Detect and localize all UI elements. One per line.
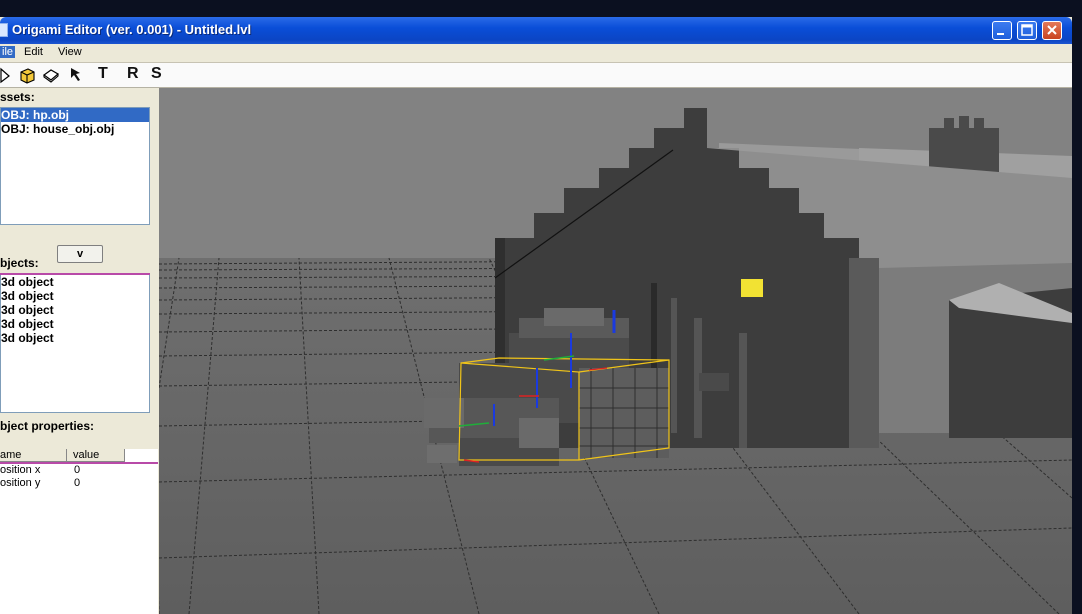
left-panel: ssets: OBJ: hp.obj OBJ: house_obj.obj bj… <box>0 88 158 614</box>
toolbar: T R S <box>0 63 1072 88</box>
rotate-tool[interactable]: R <box>127 65 139 83</box>
app-icon <box>0 23 8 37</box>
title-bar[interactable]: Origami Editor (ver. 0.001) - Untitled.l… <box>0 17 1072 44</box>
objects-dropdown-button[interactable]: v <box>57 245 103 263</box>
objects-list[interactable]: 3d object 3d object 3d object 3d object … <box>0 275 150 413</box>
object-item[interactable]: 3d object <box>1 275 149 289</box>
scale-tool[interactable]: S <box>151 65 162 83</box>
property-name: osition y <box>0 477 41 489</box>
pointer-icon[interactable] <box>68 65 86 85</box>
properties-divider <box>0 462 158 464</box>
menu-file[interactable]: ile <box>0 46 16 58</box>
cube-icon[interactable] <box>18 65 36 85</box>
assets-label: ssets: <box>0 90 35 104</box>
maximize-button[interactable] <box>1017 21 1037 40</box>
close-icon <box>1047 25 1057 35</box>
object-item[interactable]: 3d object <box>1 317 149 331</box>
property-value[interactable]: 0 <box>74 464 80 476</box>
asset-item[interactable]: OBJ: house_obj.obj <box>1 122 149 136</box>
asset-item[interactable]: OBJ: hp.obj <box>1 108 149 122</box>
properties-grid[interactable]: ame value osition x 0 osition y 0 <box>0 449 158 614</box>
menu-edit[interactable]: Edit <box>24 46 43 58</box>
translate-tool[interactable]: T <box>98 65 108 83</box>
minimize-button[interactable] <box>992 21 1012 40</box>
screen-edge <box>1072 0 1082 614</box>
object-item[interactable]: 3d object <box>1 331 149 345</box>
window-title: Origami Editor (ver. 0.001) - Untitled.l… <box>12 22 252 37</box>
column-header-value[interactable]: value <box>67 449 125 462</box>
3d-viewport[interactable] <box>159 88 1072 614</box>
objects-label: bjects: <box>0 256 39 270</box>
menu-view[interactable]: View <box>58 46 82 58</box>
maximize-icon <box>1021 24 1033 36</box>
plane-icon[interactable] <box>42 65 60 85</box>
editor-window: Origami Editor (ver. 0.001) - Untitled.l… <box>0 17 1072 614</box>
close-button[interactable] <box>1042 21 1062 40</box>
scene-render <box>159 88 1072 614</box>
properties-label: bject properties: <box>0 419 95 433</box>
lit-window <box>741 279 763 297</box>
minimize-icon <box>997 33 1004 35</box>
select-arrow-icon[interactable] <box>0 65 18 85</box>
assets-list[interactable]: OBJ: hp.obj OBJ: house_obj.obj <box>0 107 150 225</box>
object-item[interactable]: 3d object <box>1 289 149 303</box>
menu-bar: ile Edit View <box>0 44 1072 63</box>
property-value[interactable]: 0 <box>74 477 80 489</box>
object-item[interactable]: 3d object <box>1 303 149 317</box>
column-header-name[interactable]: ame <box>0 449 67 462</box>
property-name: osition x <box>0 464 41 476</box>
